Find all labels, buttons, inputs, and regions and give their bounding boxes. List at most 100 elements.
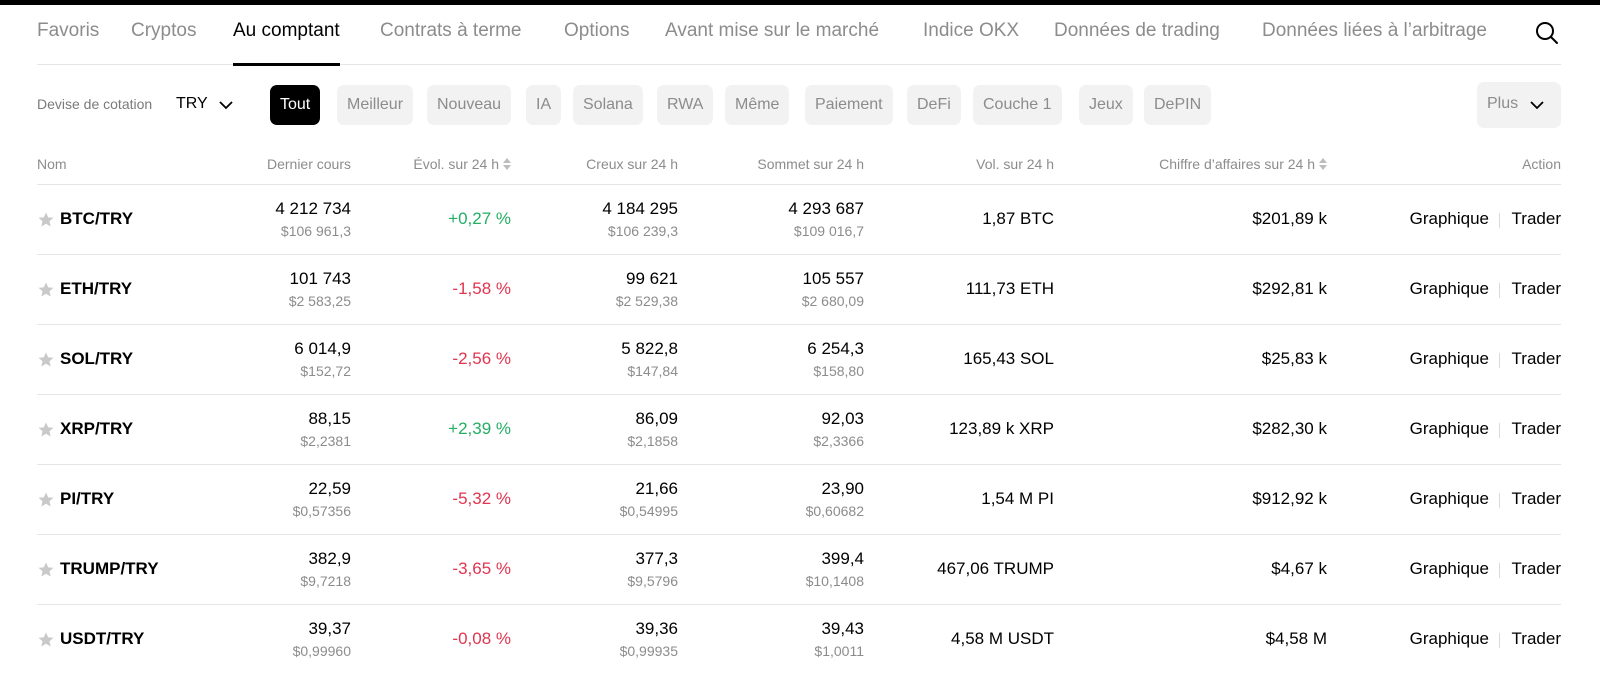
high-24h: 92,03: [821, 409, 864, 428]
change-24h: +2,39 %: [448, 419, 511, 438]
low-24h-usd: $147,84: [627, 363, 678, 379]
chip-tout[interactable]: Tout: [270, 85, 321, 125]
tab-indice-okx[interactable]: Indice OKX: [923, 20, 1019, 42]
col-name: Nom: [37, 156, 67, 172]
chart-link[interactable]: Graphique: [1410, 419, 1489, 439]
chart-link[interactable]: Graphique: [1410, 629, 1489, 649]
chevron-down-icon: [219, 101, 233, 110]
chart-link[interactable]: Graphique: [1410, 209, 1489, 229]
filter-row: Devise de cotation TRY Tout Meilleur Nou…: [37, 82, 1561, 128]
star-icon[interactable]: [38, 352, 54, 367]
col-change-sort[interactable]: Évol. sur 24 h: [413, 156, 511, 172]
chip-rwa[interactable]: RWA: [657, 85, 714, 125]
pair-name[interactable]: PI/TRY: [60, 489, 114, 509]
tab-donnees-de-trading[interactable]: Données de trading: [1054, 20, 1220, 42]
action-divider: [1499, 493, 1500, 508]
low-24h: 4 184 295: [602, 199, 678, 218]
low-24h-usd: $9,5796: [627, 573, 678, 589]
star-icon[interactable]: [38, 282, 54, 297]
turnover-24h: $201,89 k: [1252, 209, 1327, 228]
last-price-usd: $2,2381: [300, 433, 351, 449]
chip-meme[interactable]: Même: [725, 85, 790, 125]
col-volume: Vol. sur 24 h: [976, 156, 1054, 172]
table-row[interactable]: PI/TRY 22,59 $0,57356 -5,32 % 21,66 $0,5…: [37, 465, 1561, 535]
last-price: 6 014,9: [294, 339, 351, 358]
star-icon[interactable]: [38, 632, 54, 647]
trade-link[interactable]: Trader: [1512, 419, 1561, 439]
chart-link[interactable]: Graphique: [1410, 349, 1489, 369]
search-button[interactable]: [1533, 17, 1561, 49]
turnover-24h: $292,81 k: [1252, 279, 1327, 298]
tab-donnees-arbitrage[interactable]: Données liées à l’arbitrage: [1262, 20, 1487, 42]
trade-link[interactable]: Trader: [1512, 209, 1561, 229]
chart-link[interactable]: Graphique: [1410, 489, 1489, 509]
volume-24h: 165,43 SOL: [963, 349, 1054, 368]
volume-24h: 123,89 k XRP: [949, 419, 1054, 438]
tab-contrats-a-terme[interactable]: Contrats à terme: [380, 20, 522, 42]
low-24h-usd: $0,99935: [619, 643, 678, 659]
action-divider: [1499, 423, 1500, 438]
star-icon[interactable]: [38, 562, 54, 577]
last-price-usd: $0,57356: [292, 503, 351, 519]
low-24h: 5 822,8: [621, 339, 678, 358]
high-24h: 6 254,3: [807, 339, 864, 358]
pair-name[interactable]: TRUMP/TRY: [60, 559, 159, 579]
trade-link[interactable]: Trader: [1512, 629, 1561, 649]
table-row[interactable]: BTC/TRY 4 212 734 $106 961,3 +0,27 % 4 1…: [37, 185, 1561, 255]
change-24h: -0,08 %: [452, 629, 511, 648]
quote-currency-select[interactable]: TRY: [176, 85, 256, 125]
tab-au-comptant[interactable]: Au comptant: [233, 20, 340, 66]
table-row[interactable]: ETH/TRY 101 743 $2 583,25 -1,58 % 99 621…: [37, 255, 1561, 325]
chip-depin[interactable]: DePIN: [1144, 85, 1212, 125]
trade-link[interactable]: Trader: [1512, 279, 1561, 299]
last-price-usd: $106 961,3: [280, 223, 351, 239]
chip-defi[interactable]: DeFi: [907, 85, 961, 125]
pair-name[interactable]: SOL/TRY: [60, 349, 133, 369]
col-action: Action: [1522, 156, 1561, 172]
high-24h-usd: $2,3366: [813, 433, 864, 449]
pair-name[interactable]: XRP/TRY: [60, 419, 133, 439]
pair-name[interactable]: USDT/TRY: [60, 629, 144, 649]
table-row[interactable]: SOL/TRY 6 014,9 $152,72 -2,56 % 5 822,8 …: [37, 325, 1561, 395]
quote-currency-value: TRY: [176, 95, 208, 112]
last-price-usd: $2 583,25: [288, 293, 351, 309]
chart-link[interactable]: Graphique: [1410, 559, 1489, 579]
quote-currency-label: Devise de cotation: [37, 96, 153, 112]
low-24h: 39,36: [635, 619, 678, 638]
star-icon[interactable]: [38, 422, 54, 437]
chip-solana[interactable]: Solana: [573, 85, 643, 125]
table-row[interactable]: USDT/TRY 39,37 $0,99960 -0,08 % 39,36 $0…: [37, 605, 1561, 673]
chip-nouveau[interactable]: Nouveau: [427, 85, 512, 125]
turnover-24h: $282,30 k: [1252, 419, 1327, 438]
chip-meilleur[interactable]: Meilleur: [337, 85, 414, 125]
col-turnover-sort[interactable]: Chiffre d’affaires sur 24 h: [1159, 156, 1327, 172]
last-price: 4 212 734: [275, 199, 351, 218]
chart-link[interactable]: Graphique: [1410, 279, 1489, 299]
turnover-24h: $4,67 k: [1271, 559, 1327, 578]
col-low: Creux sur 24 h: [586, 156, 678, 172]
table-row[interactable]: TRUMP/TRY 382,9 $9,7218 -3,65 % 377,3 $9…: [37, 535, 1561, 605]
table-row[interactable]: XRP/TRY 88,15 $2,2381 +2,39 % 86,09 $2,1…: [37, 395, 1561, 465]
tab-options[interactable]: Options: [564, 20, 629, 42]
pair-name[interactable]: ETH/TRY: [60, 279, 132, 299]
trade-link[interactable]: Trader: [1512, 489, 1561, 509]
change-24h: -5,32 %: [452, 489, 511, 508]
chip-couche-1[interactable]: Couche 1: [973, 85, 1062, 125]
trade-link[interactable]: Trader: [1512, 349, 1561, 369]
chip-paiement[interactable]: Paiement: [805, 85, 893, 125]
col-high: Sommet sur 24 h: [757, 156, 864, 172]
turnover-24h: $912,92 k: [1252, 489, 1327, 508]
chip-ia[interactable]: IA: [526, 85, 562, 125]
chip-jeux[interactable]: Jeux: [1079, 85, 1133, 125]
tab-favoris[interactable]: Favoris: [37, 20, 99, 42]
more-categories-button[interactable]: Plus: [1477, 82, 1561, 128]
last-price: 101 743: [289, 269, 351, 288]
star-icon[interactable]: [38, 212, 54, 227]
low-24h-usd: $106 239,3: [607, 223, 678, 239]
trade-link[interactable]: Trader: [1512, 559, 1561, 579]
pair-name[interactable]: BTC/TRY: [60, 209, 133, 229]
tab-avant-mise-sur-le-marche[interactable]: Avant mise sur le marché: [665, 20, 879, 42]
star-icon[interactable]: [38, 492, 54, 507]
tab-cryptos[interactable]: Cryptos: [131, 20, 196, 42]
high-24h-usd: $109 016,7: [793, 223, 864, 239]
